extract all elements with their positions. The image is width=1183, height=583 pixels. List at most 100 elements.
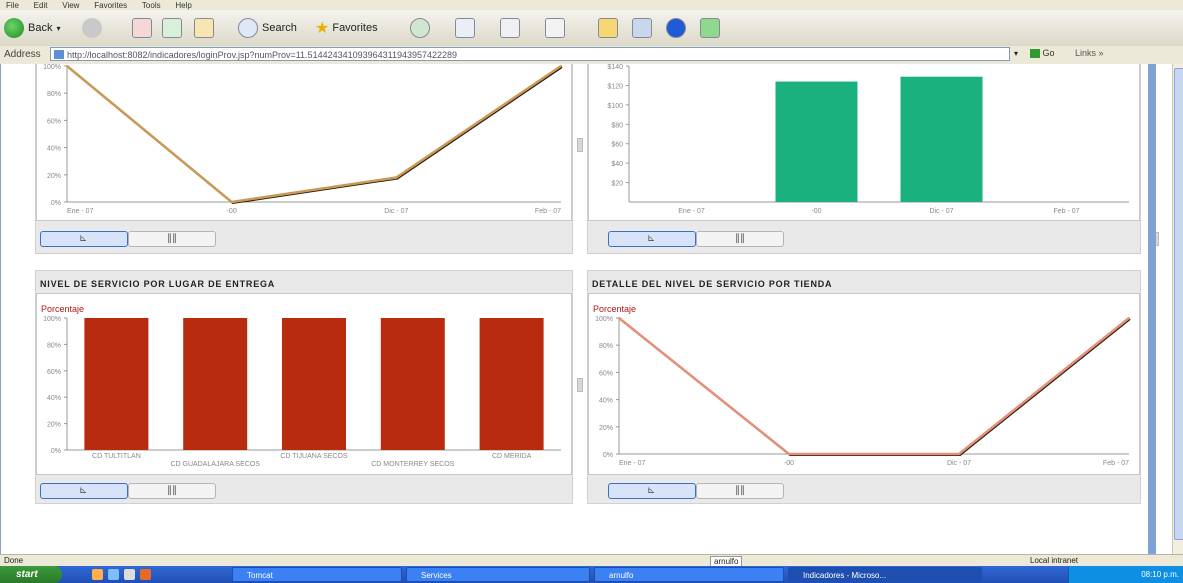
- search-button[interactable]: Search: [238, 16, 297, 40]
- y-tick-label: 20%: [599, 425, 613, 432]
- scrollbar-thumb[interactable]: [1174, 68, 1183, 540]
- bar-chart-top-right: $20 $40 $60 $80 $100 $120 $140 Ene - 07 -00 Dic -…: [607, 64, 1129, 215]
- task-indicadores[interactable]: Indicadores - Microso...: [788, 567, 982, 582]
- quicklaunch-icon[interactable]: [124, 569, 135, 580]
- line-chart-bottom-right: Porcentaje 0% 20% 40% 60% 80% 100% Ene - 07 -00 D…: [593, 304, 1131, 467]
- quicklaunch-icon[interactable]: [108, 569, 119, 580]
- menu-bar: File Edit View Favorites Tools Help: [0, 0, 1183, 10]
- series-shadow: [619, 318, 1131, 456]
- search-icon: [238, 18, 258, 38]
- mail-button[interactable]: [455, 16, 475, 40]
- bar: [900, 76, 983, 202]
- links-button[interactable]: Links »: [1075, 48, 1104, 58]
- y-axis-label: Porcentaje: [593, 304, 636, 314]
- task-services[interactable]: Services: [406, 567, 590, 582]
- y-tick-label: 60%: [47, 118, 61, 125]
- bar: [282, 318, 346, 450]
- folder-button[interactable]: [598, 16, 618, 40]
- bar: [183, 318, 248, 450]
- messenger-icon: [632, 18, 652, 38]
- y-tick-label: 60%: [47, 369, 61, 376]
- start-button[interactable]: start: [0, 566, 62, 583]
- data-point: [66, 65, 68, 67]
- menu-file[interactable]: File: [6, 2, 19, 10]
- chart-view-button[interactable]: ⊾: [608, 231, 696, 247]
- y-tick-label: $40: [611, 161, 623, 168]
- x-tick-label: Ene - 07: [619, 460, 646, 467]
- x-tick-label: -00: [227, 208, 237, 215]
- stop-button[interactable]: [132, 16, 152, 40]
- print-button[interactable]: [500, 16, 520, 40]
- back-button[interactable]: Back ▾: [4, 16, 60, 40]
- address-dropdown-icon[interactable]: ▾: [1014, 49, 1018, 58]
- y-tick-label: 40%: [47, 146, 61, 153]
- y-tick-label: 80%: [599, 343, 613, 350]
- panel-splitter[interactable]: [577, 378, 583, 392]
- address-bar: Address http://localhost:8082/indicadore…: [0, 46, 1183, 65]
- address-url: http://localhost:8082/indicadores/loginP…: [67, 50, 458, 60]
- bluetooth-button[interactable]: [666, 16, 686, 40]
- chart-view-button[interactable]: ⊾: [40, 483, 128, 499]
- x-tick-label: Ene - 07: [678, 208, 705, 215]
- x-tick-label: Feb - 07: [1053, 208, 1079, 215]
- back-arrow-icon: [4, 18, 24, 38]
- star-icon: ★: [315, 20, 330, 37]
- x-tick-label: CD MONTERREY SECOS: [371, 461, 454, 468]
- search-label: Search: [262, 22, 297, 34]
- y-tick-label: 0%: [603, 452, 613, 459]
- quicklaunch-icon[interactable]: [140, 569, 151, 580]
- menu-tools[interactable]: Tools: [142, 2, 161, 10]
- table-view-button[interactable]: ∥∥: [696, 231, 784, 247]
- data-point: [1128, 317, 1130, 319]
- edit-button[interactable]: [545, 16, 565, 40]
- forward-button[interactable]: [82, 16, 106, 40]
- mail-icon: [455, 18, 475, 38]
- series-shadow: [67, 66, 563, 205]
- menu-favorites[interactable]: Favorites: [94, 2, 127, 10]
- x-tick-label: -00: [784, 460, 794, 467]
- taskbar: start Tomcat Services arnulfo Indicadore…: [0, 566, 1183, 583]
- home-button[interactable]: [194, 16, 214, 40]
- go-button[interactable]: Go: [1030, 48, 1055, 59]
- table-view-button[interactable]: ∥∥: [696, 483, 784, 499]
- panel-splitter[interactable]: [577, 138, 583, 152]
- bar: [479, 318, 544, 450]
- x-tick-label: CD TULTITLAN: [92, 453, 141, 460]
- refresh-button[interactable]: [162, 16, 182, 40]
- table-icon: ∥∥: [167, 233, 177, 244]
- vertical-scrollbar[interactable]: [1172, 64, 1183, 554]
- start-label: start: [16, 569, 38, 580]
- favorites-button[interactable]: ★ Favorites: [315, 16, 378, 40]
- stop-icon: [132, 18, 152, 38]
- history-icon: [410, 18, 430, 38]
- y-tick-label: 100%: [595, 316, 613, 323]
- task-tomcat[interactable]: Tomcat: [232, 567, 402, 582]
- x-tick-label: -00: [811, 208, 821, 215]
- menu-help[interactable]: Help: [175, 2, 191, 10]
- table-icon: ∥∥: [167, 485, 177, 496]
- refresh-icon: [162, 18, 182, 38]
- y-tick-label: 20%: [47, 422, 61, 429]
- data-point: [395, 176, 398, 179]
- history-button[interactable]: [410, 16, 430, 40]
- extension-button[interactable]: [700, 16, 720, 40]
- y-tick-label: 0%: [51, 200, 61, 207]
- table-view-button[interactable]: ∥∥: [128, 483, 216, 499]
- menu-view[interactable]: View: [62, 2, 79, 10]
- table-view-button[interactable]: ∥∥: [128, 231, 216, 247]
- data-point: [788, 453, 790, 455]
- chart-bottom-left: Porcentaje 0% 20% 40% 60% 80% 100% CD TULTITLAN…: [36, 293, 572, 475]
- forward-arrow-icon: [82, 18, 102, 38]
- task-arnulfo[interactable]: arnulfo: [594, 567, 784, 582]
- chart-view-button[interactable]: ⊾: [608, 483, 696, 499]
- chart-view-button[interactable]: ⊾: [40, 231, 128, 247]
- y-tick-label: 0%: [51, 448, 61, 455]
- quicklaunch-icon[interactable]: [92, 569, 103, 580]
- address-input[interactable]: http://localhost:8082/indicadores/loginP…: [50, 47, 1010, 61]
- menu-edit[interactable]: Edit: [34, 2, 48, 10]
- system-tray: 08:10 p.m.: [1068, 566, 1183, 583]
- y-tick-label: 40%: [599, 398, 613, 405]
- y-tick-label: $80: [611, 122, 623, 129]
- clock: 08:10 p.m.: [1141, 570, 1179, 579]
- messenger-button[interactable]: [632, 16, 652, 40]
